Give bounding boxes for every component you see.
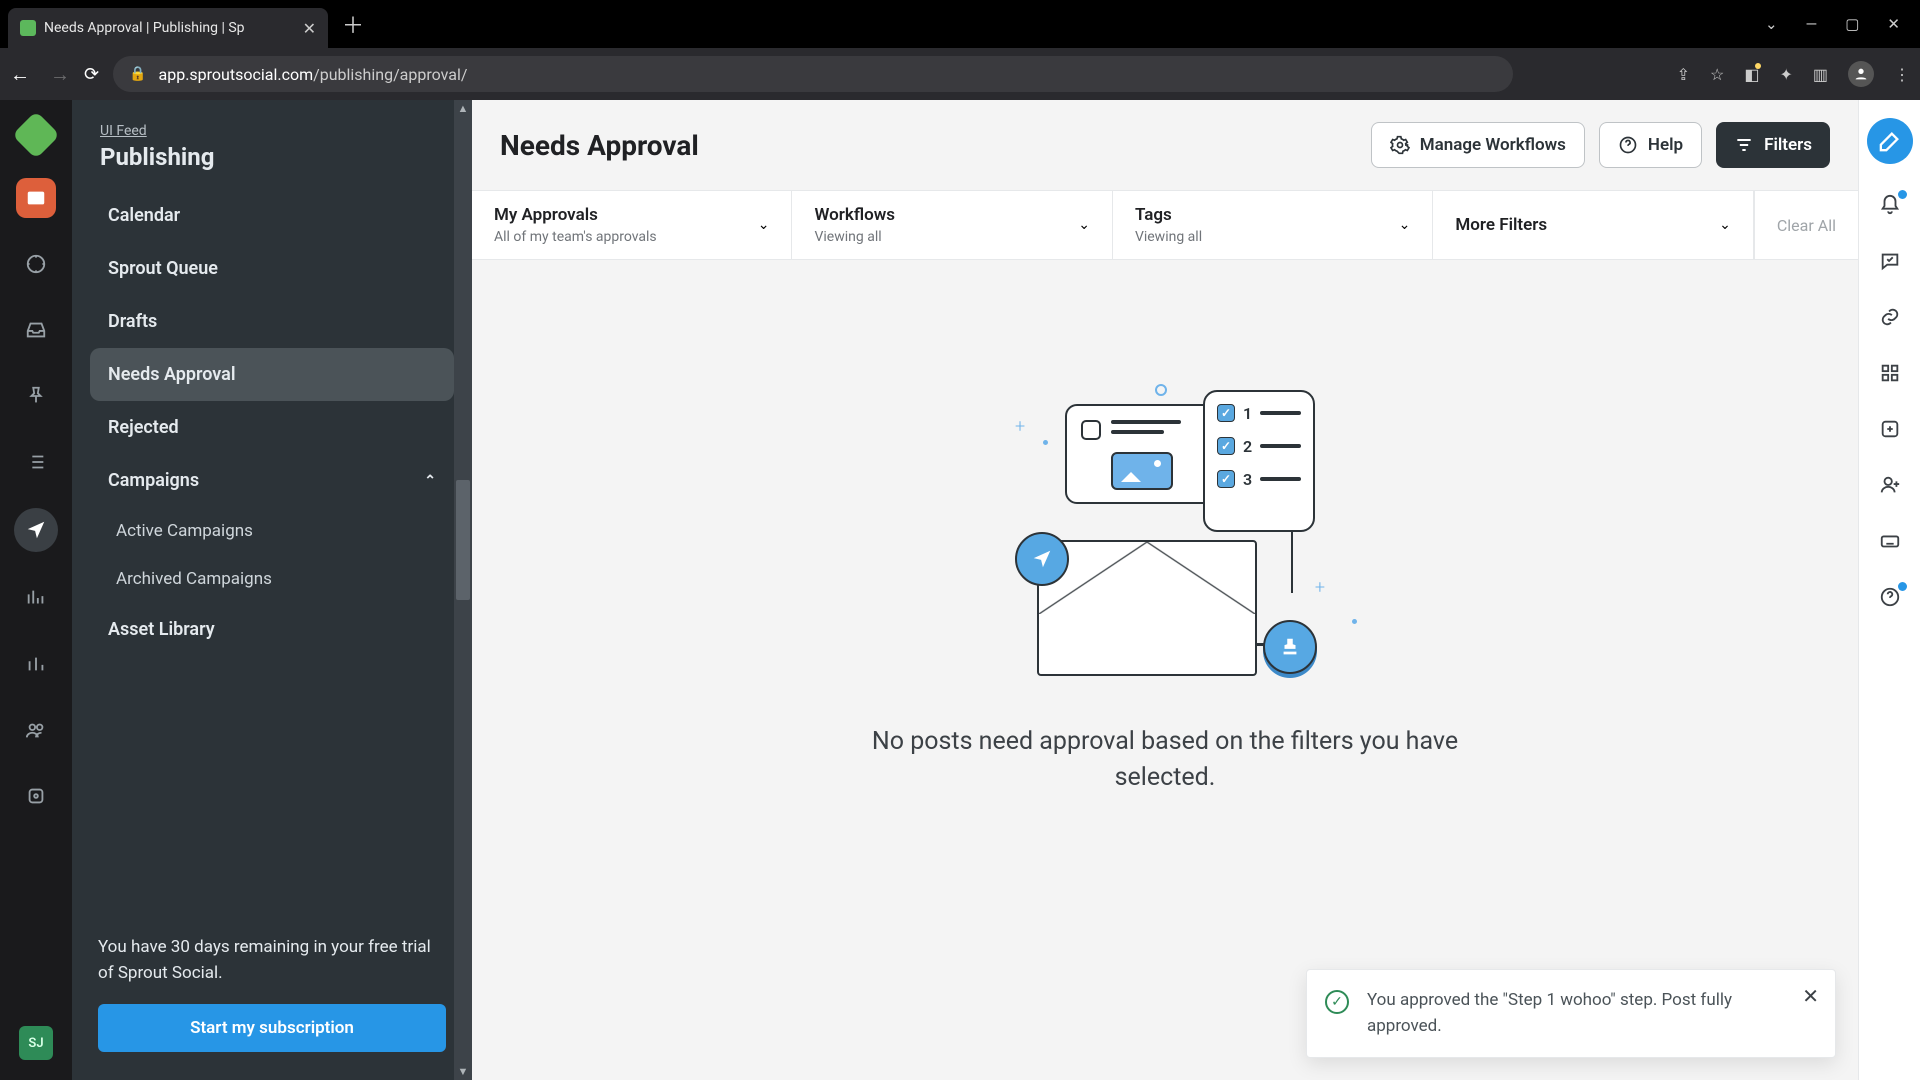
close-icon[interactable]: ✕ [1802, 984, 1819, 1008]
sidebar-item-archived-campaigns[interactable]: Archived Campaigns [90, 555, 454, 603]
rail-inbox-icon[interactable] [16, 310, 56, 350]
main-content: Needs Approval Manage Workflows Help Fil… [472, 100, 1858, 1080]
sidebar: UI Feed Publishing Calendar Sprout Queue… [72, 100, 472, 1080]
rail-listening-icon[interactable] [16, 578, 56, 618]
bookmark-icon[interactable]: ☆ [1710, 65, 1724, 84]
extensions-menu-icon[interactable]: ✦ [1779, 65, 1792, 84]
chevron-down-icon: ⌄ [1399, 217, 1411, 233]
right-rail [1858, 100, 1920, 1080]
share-icon[interactable]: ⇪ [1677, 65, 1690, 84]
maximize-window-icon[interactable]: ▢ [1845, 15, 1859, 33]
rail-publishing-icon[interactable] [14, 508, 58, 552]
sidebar-section-title: Publishing [100, 143, 444, 171]
toast: ✓ You approved the "Step 1 wohoo" step. … [1306, 969, 1836, 1058]
filter-workflows[interactable]: Workflows Viewing all ⌄ [792, 191, 1112, 259]
compose-button[interactable] [1867, 118, 1913, 164]
filters-button[interactable]: Filters [1716, 122, 1830, 168]
sidebar-item-asset-library[interactable]: Asset Library [90, 603, 454, 656]
send-icon [1015, 532, 1069, 586]
rail-settings-icon[interactable] [16, 776, 56, 816]
chat-icon[interactable] [1879, 250, 1901, 276]
scroll-up-icon[interactable]: ▲ [454, 102, 472, 115]
filter-my-approvals[interactable]: My Approvals All of my team's approvals … [472, 191, 792, 259]
trial-text: You have 30 days remaining in your free … [98, 935, 446, 986]
chevron-down-icon: ⌄ [1719, 217, 1731, 233]
sidebar-item-calendar[interactable]: Calendar [90, 189, 454, 242]
rail-user-avatar[interactable]: SJ [19, 1026, 53, 1060]
filter-more[interactable]: More Filters ⌄ [1433, 191, 1753, 259]
chevron-down-icon: ⌄ [758, 217, 770, 233]
filter-icon [1734, 135, 1754, 155]
toast-text: You approved the "Step 1 wohoo" step. Po… [1367, 988, 1785, 1039]
scroll-thumb[interactable] [456, 480, 470, 600]
sidebar-item-active-campaigns[interactable]: Active Campaigns [90, 507, 454, 555]
chrome-menu-icon[interactable]: ⋮ [1894, 65, 1910, 84]
tab-title: Needs Approval | Publishing | Sp [44, 20, 295, 36]
sidebar-scrollbar[interactable]: ▲ ▼ [454, 100, 472, 1080]
minimize-window-icon[interactable]: ― [1806, 15, 1818, 33]
filter-tags[interactable]: Tags Viewing all ⌄ [1113, 191, 1433, 259]
sidebar-item-sprout-queue[interactable]: Sprout Queue [90, 242, 454, 295]
help-icon [1618, 135, 1638, 155]
chevron-down-icon: ⌄ [1078, 217, 1090, 233]
sprout-logo[interactable] [12, 111, 60, 159]
rail-pin-icon[interactable] [16, 376, 56, 416]
ui-feed-link[interactable]: UI Feed [100, 123, 147, 139]
page-title: Needs Approval [500, 129, 1357, 162]
side-panel-icon[interactable]: ▥ [1813, 65, 1828, 84]
url-text: app.sproutsocial.com/publishing/approval… [159, 65, 468, 84]
lock-icon: 🔒 [129, 66, 146, 82]
gear-icon [1390, 135, 1410, 155]
rail-reports-icon[interactable] [16, 644, 56, 684]
sidebar-section-campaigns[interactable]: Campaigns ⌃ [90, 454, 454, 507]
back-icon[interactable]: ← [10, 62, 30, 87]
profile-icon[interactable] [1848, 61, 1874, 87]
clear-filters-button[interactable]: Clear All [1754, 191, 1858, 259]
address-bar[interactable]: 🔒 app.sproutsocial.com/publishing/approv… [113, 56, 1513, 92]
extension-icon[interactable]: ◧ [1744, 65, 1759, 84]
rail-dashboard-icon[interactable] [16, 178, 56, 218]
add-panel-icon[interactable] [1879, 418, 1901, 444]
rail-compass-icon[interactable] [16, 244, 56, 284]
sidebar-item-rejected[interactable]: Rejected [90, 401, 454, 454]
notifications-icon[interactable] [1879, 194, 1901, 220]
rail-people-icon[interactable] [16, 710, 56, 750]
close-tab-icon[interactable]: ✕ [303, 19, 316, 38]
sidebar-item-drafts[interactable]: Drafts [90, 295, 454, 348]
tabs-dropdown-icon[interactable]: ⌄ [1765, 15, 1778, 33]
link-icon[interactable] [1879, 306, 1901, 332]
success-icon: ✓ [1325, 990, 1349, 1014]
help-button[interactable]: Help [1599, 122, 1702, 168]
stamp-icon [1263, 620, 1317, 674]
manage-workflows-button[interactable]: Manage Workflows [1371, 122, 1585, 168]
help-center-icon[interactable] [1879, 586, 1901, 612]
rail-list-icon[interactable] [16, 442, 56, 482]
app-rail: SJ [0, 100, 72, 1080]
add-user-icon[interactable] [1879, 474, 1901, 500]
empty-state-text: No posts need approval based on the filt… [855, 724, 1475, 797]
close-window-icon[interactable]: ✕ [1887, 15, 1900, 33]
reload-icon[interactable]: ⟳ [84, 64, 99, 85]
forward-icon[interactable]: → [50, 62, 70, 87]
tab-favicon [20, 20, 36, 36]
browser-tab[interactable]: Needs Approval | Publishing | Sp ✕ [8, 8, 328, 48]
chevron-up-icon: ⌃ [424, 473, 436, 489]
start-subscription-button[interactable]: Start my subscription [98, 1004, 446, 1052]
keyboard-icon[interactable] [1879, 530, 1901, 556]
empty-illustration: + + 1 2 3 [955, 384, 1375, 694]
apps-icon[interactable] [1879, 362, 1901, 388]
scroll-down-icon[interactable]: ▼ [454, 1065, 472, 1078]
new-tab-button[interactable]: ＋ [328, 8, 378, 40]
sidebar-item-needs-approval[interactable]: Needs Approval [90, 348, 454, 401]
